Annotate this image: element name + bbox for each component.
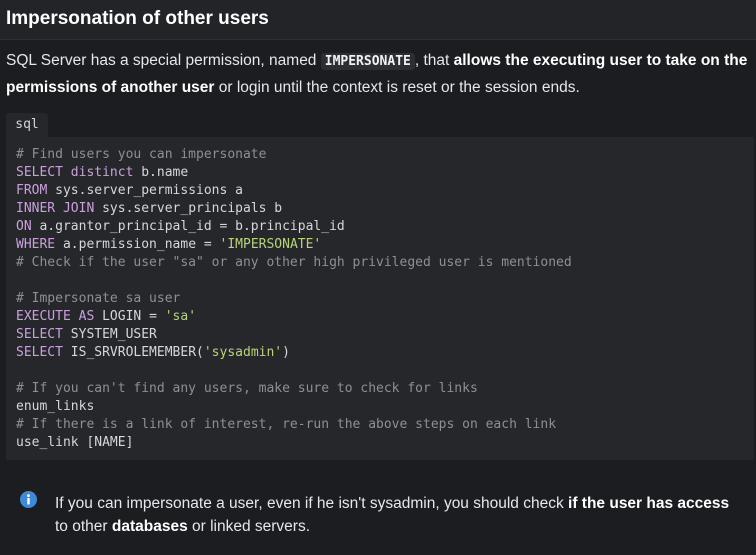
intro-text-mid: , that <box>414 52 454 69</box>
code-token-plain: use_link [NAME] <box>16 435 134 450</box>
code-token-str: 'sa' <box>164 309 197 324</box>
code-lines: # Find users you can impersonate SELECT d… <box>16 146 572 452</box>
code-token-plain: ) <box>282 345 290 360</box>
code-token-plain: a.permission_name = <box>55 237 220 252</box>
code-token-str: 'sysadmin' <box>203 345 283 360</box>
code-line: SELECT IS_SRVROLEMEMBER('sysadmin') <box>16 344 572 362</box>
page: Impersonation of other users SQL Server … <box>0 0 756 555</box>
code-line: SELECT distinct b.name <box>16 164 572 182</box>
page-title: Impersonation of other users <box>6 8 269 29</box>
info-callout: If you can impersonate a user, even if h… <box>6 481 754 551</box>
code-line: EXECUTE AS LOGIN = 'sa' <box>16 308 572 326</box>
code-token-comment: # Impersonate sa user <box>16 291 181 306</box>
code-token-plain: b.name <box>133 165 189 180</box>
callout-text-3: or linked servers. <box>187 518 311 535</box>
code-token-kw: INNER JOIN <box>16 201 95 216</box>
intro-text-start: SQL Server has a special permission, nam… <box>6 52 321 69</box>
code-line: INNER JOIN sys.server_principals b <box>16 200 572 218</box>
code-token-plain: enum_links <box>16 399 95 414</box>
code-token-comment: # Find users you can impersonate <box>16 147 267 162</box>
code-line: # If there is a link of interest, re-run… <box>16 416 572 434</box>
code-token-plain: IS_SRVROLEMEMBER( <box>62 345 204 360</box>
code-token-kw: SELECT <box>16 345 63 360</box>
title-bar: Impersonation of other users <box>0 0 756 40</box>
callout-text-2: to other <box>55 518 112 535</box>
info-icon <box>20 491 37 508</box>
code-block: sql # Find users you can impersonate SELE… <box>6 113 754 461</box>
code-line: FROM sys.server_permissions a <box>16 182 572 200</box>
code-token-plain: a.grantor_principal_id = b.principal_id <box>31 219 345 234</box>
code-token-kw: FROM <box>16 183 48 198</box>
code-body[interactable]: # Find users you can impersonate SELECT d… <box>6 137 754 460</box>
callout-bold-1: if the user has access <box>568 495 730 512</box>
code-token-plain: SYSTEM_USER <box>62 327 157 342</box>
code-line: enum_links <box>16 398 572 416</box>
code-language-tab[interactable]: sql <box>6 113 48 137</box>
code-token-comment: # Check if the user "sa" or any other hi… <box>16 255 572 270</box>
code-token-kw: WHERE <box>16 237 56 252</box>
code-token-plain: sys.server_permissions a <box>47 183 243 198</box>
callout-bold-2: databases <box>111 518 188 535</box>
code-token-comment: # If there is a link of interest, re-run… <box>16 417 557 432</box>
code-token-comment: # If you can't find any users, make sure… <box>16 381 478 396</box>
code-line: # If you can't find any users, make sure… <box>16 380 572 398</box>
code-line: ON a.grantor_principal_id = b.principal_… <box>16 218 572 236</box>
code-token-kw: SELECT distinct <box>16 165 134 180</box>
code-token-kw: ON <box>16 219 32 234</box>
code-line: use_link [NAME] <box>16 434 572 452</box>
intro-text-end: or login until the context is reset or t… <box>214 79 580 96</box>
callout-text: If you can impersonate a user, even if h… <box>55 492 735 538</box>
code-line: SELECT SYSTEM_USER <box>16 326 572 344</box>
code-token-plain: LOGIN = <box>94 309 165 324</box>
code-token-str: 'IMPERSONATE' <box>219 237 322 252</box>
code-token-kw: EXECUTE AS <box>16 309 95 324</box>
code-line: # Impersonate sa user <box>16 290 572 308</box>
code-line: # Check if the user "sa" or any other hi… <box>16 254 572 272</box>
intro-paragraph: SQL Server has a special permission, nam… <box>6 48 750 101</box>
code-line: WHERE a.permission_name = 'IMPERSONATE' <box>16 236 572 254</box>
code-line: # Find users you can impersonate <box>16 146 572 164</box>
inline-code-impersonate: IMPERSONATE <box>320 53 415 70</box>
callout-text-1: If you can impersonate a user, even if h… <box>55 495 569 512</box>
code-token-kw: SELECT <box>16 327 63 342</box>
code-token-plain: sys.server_principals b <box>94 201 283 216</box>
